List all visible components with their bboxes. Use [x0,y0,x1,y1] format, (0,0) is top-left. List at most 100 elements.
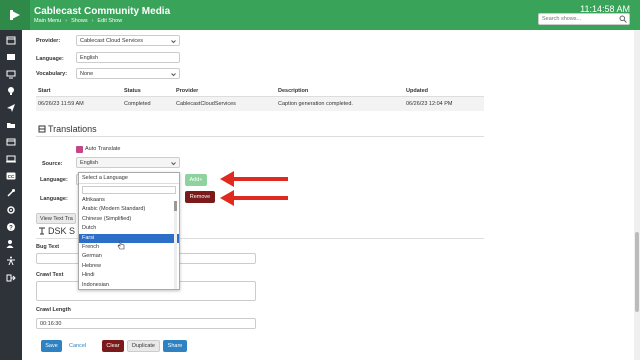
tv-icon[interactable] [5,68,17,80]
translation-language2-label: Language: [40,196,68,202]
bulb-icon[interactable] [5,85,17,97]
captions-table: Start Status Provider Description Update… [36,86,484,111]
sidebar: CC ? [0,30,22,360]
cell-updated: 06/26/23 12:04 PM [404,96,484,111]
vocabulary-label: Vocabulary: [36,71,68,77]
crawl-length-label: Crawl Length [36,307,71,313]
source-value: English [80,159,99,166]
dsk-title: DSK S [48,226,76,236]
vocabulary-value: None [80,70,94,77]
add-language-button[interactable]: Add+ [185,174,207,186]
dropdown-scrollbar-track[interactable] [174,201,177,289]
dropdown-option[interactable]: Farsi [79,233,179,243]
gear-icon[interactable] [5,204,17,216]
cc-icon[interactable]: CC [5,170,17,182]
cell-start: 06/26/23 11:59 AM [36,96,122,111]
app-title: Cablecast Community Media [34,6,171,17]
duplicate-button[interactable]: Duplicate [127,340,160,352]
wrench-icon[interactable] [5,187,17,199]
users-icon[interactable] [5,238,17,250]
dropdown-option[interactable]: Arabic (Modern Standard) [79,205,179,214]
folder-icon[interactable] [5,119,17,131]
translations-title: Translations [48,124,97,134]
search-icon[interactable] [619,15,627,23]
dropdown-option[interactable]: Indonesian [79,281,179,290]
dropdown-option[interactable]: Hindi [79,271,179,280]
view-text-translation-button[interactable]: View Text Tra [36,213,76,224]
provider-value: Cablecast Cloud Services [80,37,143,44]
col-description: Description [276,86,404,97]
col-start: Start [36,86,122,97]
col-status: Status [122,86,174,97]
language-dropdown: Select a Language Afrikaans Arabic (Moder… [78,172,180,290]
share-button[interactable]: Share [163,340,187,352]
dropdown-option[interactable]: Dutch [79,224,179,233]
auto-translate-checkbox[interactable] [76,146,83,153]
cell-description: Caption generation completed. [276,96,404,111]
bug-text-label: Bug Text [36,244,60,250]
cancel-link[interactable]: Cancel [69,343,86,349]
col-updated: Updated [404,86,484,97]
dropdown-option[interactable]: Afrikaans [79,196,179,205]
remove-language-button[interactable]: Remove [185,191,215,203]
translations-section-icon [38,125,46,133]
red-arrow-icon [220,171,288,187]
cell-provider: CablecastCloudServices [174,96,276,111]
col-provider: Provider [174,86,276,97]
dropdown-option[interactable]: French [79,243,179,252]
clear-button[interactable]: Clear [102,340,124,352]
language-input[interactable]: English [76,52,180,63]
help-icon[interactable]: ? [5,221,17,233]
dropdown-option[interactable]: Chinese (Simplified) [79,215,179,224]
logout-icon[interactable] [5,272,17,284]
dropdown-search-input[interactable] [82,186,176,194]
accessibility-icon[interactable] [5,255,17,267]
translation-language-label: Language: [40,177,68,183]
page-scrollbar-thumb[interactable] [635,232,639,312]
dropdown-header: Select a Language [79,173,179,184]
breadcrumb-shows[interactable]: Shows [71,18,88,24]
source-label: Source: [42,161,63,167]
vocabulary-select[interactable]: None [76,68,180,79]
cell-status: Completed [122,96,174,111]
dropdown-scrollbar-thumb[interactable] [174,201,177,211]
auto-translate-label: Auto Translate [85,146,121,152]
provider-label: Provider: [36,38,61,44]
breadcrumb-main-menu[interactable]: Main Menu [34,18,61,24]
table-header-row: Start Status Provider Description Update… [36,86,484,97]
monitor-icon[interactable] [5,153,17,165]
top-header: Cablecast Community Media Main Menu › Sh… [0,0,640,30]
crawl-text-label: Crawl Text [36,272,64,278]
text-cursor-icon [39,227,45,235]
dropdown-option[interactable]: German [79,252,179,261]
language-label: Language: [36,56,64,62]
svg-text:?: ? [9,225,13,231]
dropdown-option[interactable]: Hebrew [79,262,179,271]
calendar-icon[interactable] [5,34,17,46]
language-value: English [80,54,99,61]
breadcrumb-separator: › [91,18,94,24]
chevron-down-icon [171,40,176,44]
red-arrow-icon [220,190,288,206]
breadcrumb-separator: › [65,18,68,24]
chevron-down-icon [171,73,176,77]
crawl-length-input[interactable]: 00:16:30 [36,318,256,329]
provider-select[interactable]: Cablecast Cloud Services [76,35,180,46]
send-icon[interactable] [5,102,17,114]
play-logo-icon [10,10,20,20]
box-icon[interactable] [5,136,17,148]
dropdown-options: Afrikaans Arabic (Modern Standard) Chinese… [79,196,179,290]
search-input[interactable] [538,13,630,25]
crawl-length-value: 00:16:30 [40,320,62,327]
breadcrumb: Main Menu › Shows › Edit Show [34,18,122,24]
breadcrumb-edit-show: Edit Show [97,18,123,24]
chevron-down-icon [171,162,176,166]
svg-text:CC: CC [8,174,15,179]
source-select[interactable]: English [76,157,180,168]
divider [36,136,484,137]
app-logo[interactable] [0,0,30,30]
table-row: 06/26/23 11:59 AM Completed CablecastClo… [36,96,484,111]
save-button[interactable]: Save [41,340,62,352]
hand-cursor-icon [117,240,125,250]
film-icon[interactable] [5,51,17,63]
